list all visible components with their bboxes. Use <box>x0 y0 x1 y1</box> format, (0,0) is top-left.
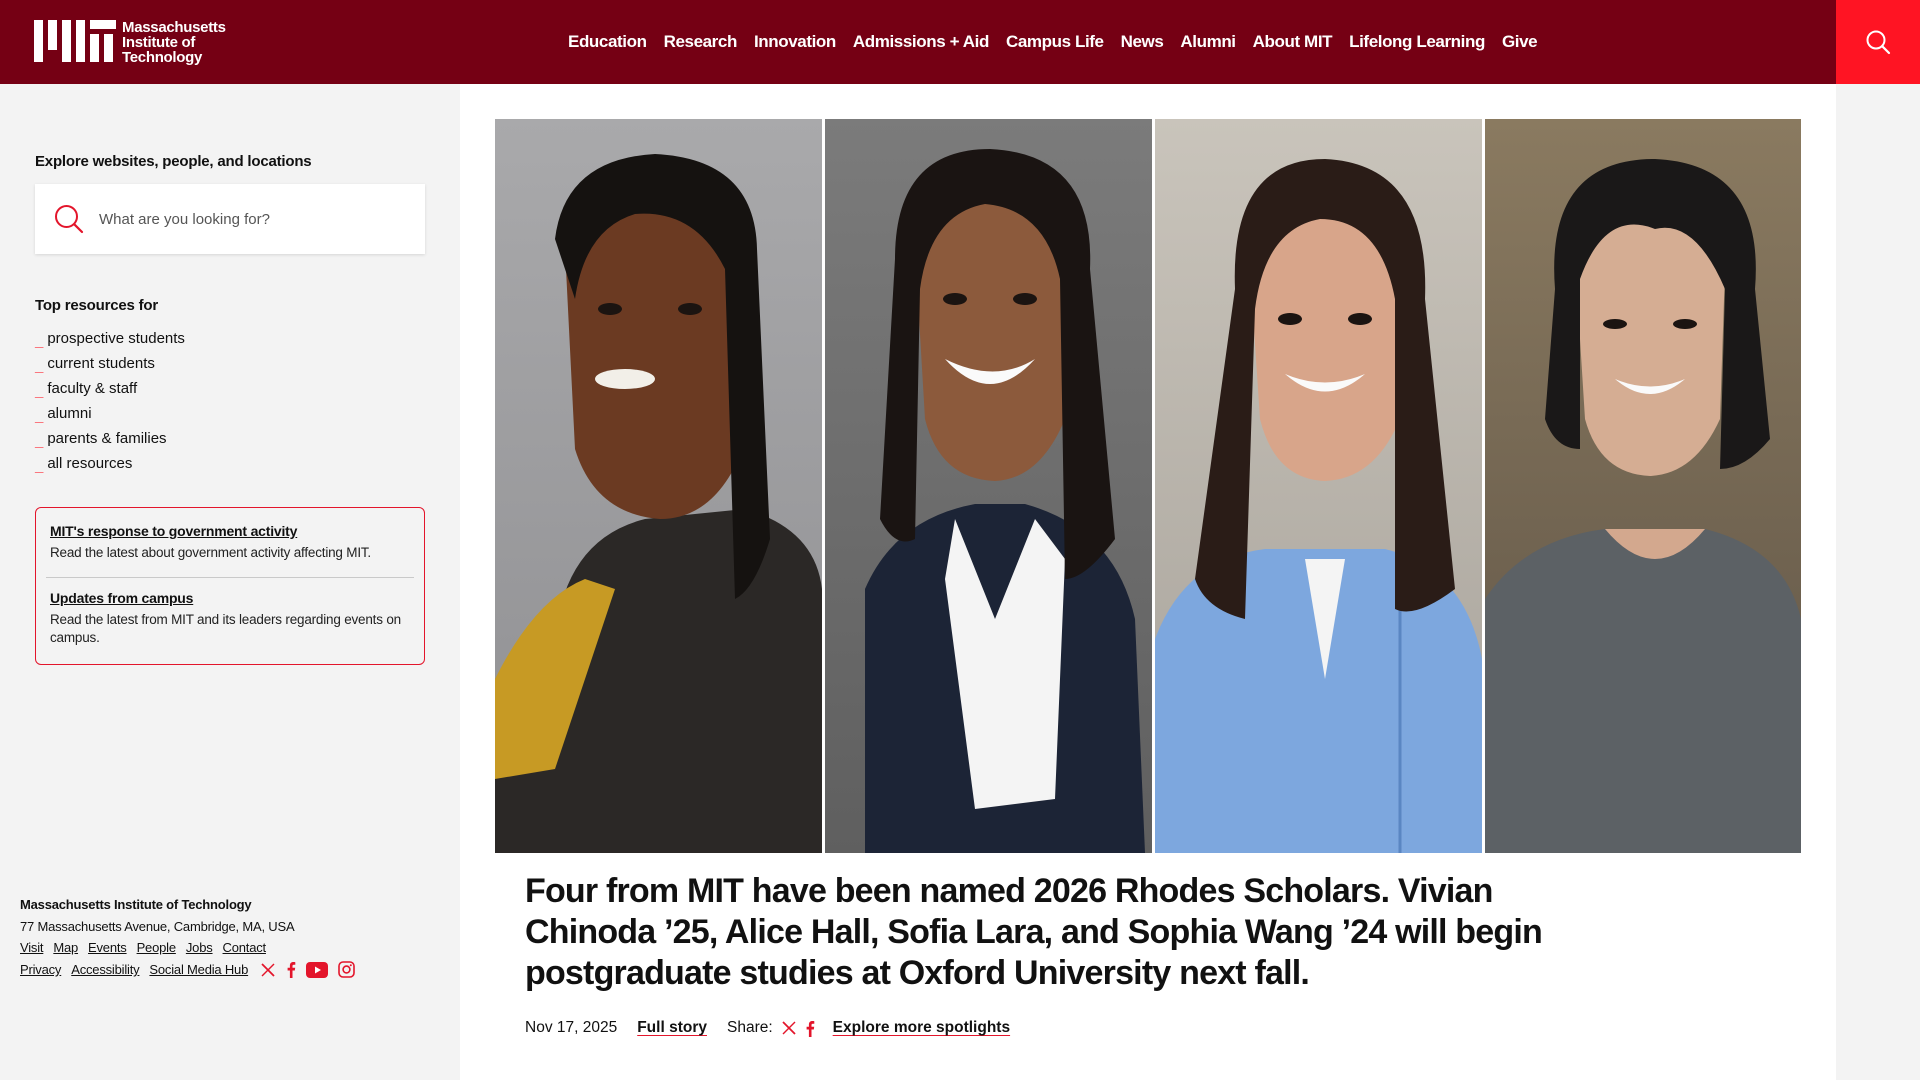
resource-link-prospective-students[interactable]: prospective students <box>47 329 185 349</box>
youtube-icon[interactable] <box>306 961 329 978</box>
scholar-photo-4 <box>1485 119 1801 853</box>
dash-bullet-icon: _ <box>35 408 44 425</box>
logo-line-3: Technology <box>122 48 203 66</box>
footer-address: 77 Massachusetts Avenue, Cambridge, MA, … <box>20 919 295 934</box>
footer-link-contact[interactable]: Contact <box>223 940 267 955</box>
dash-bullet-icon: _ <box>35 433 44 450</box>
notice-description: Read the latest about government activit… <box>50 545 371 560</box>
notice-divider <box>46 577 414 578</box>
share-label: Share: <box>726 1019 773 1036</box>
search-icon <box>55 205 84 234</box>
site-footer: Massachusetts Institute of Technology 77… <box>20 897 460 978</box>
scholar-photo-2 <box>825 119 1152 853</box>
full-story-link[interactable]: Full story <box>637 1019 707 1037</box>
dash-bullet-icon: _ <box>35 458 44 475</box>
mit-logo[interactable]: Massachusetts Institute of Technology <box>34 18 244 66</box>
search-icon <box>1866 30 1891 55</box>
spotlight-date: Nov 17, 2025 <box>525 1019 618 1036</box>
explore-more-spotlights-link[interactable]: Explore more spotlights <box>833 1019 1010 1037</box>
footer-link-accessibility[interactable]: Accessibility <box>71 962 139 977</box>
x-icon[interactable] <box>260 962 276 978</box>
mit-wordmark: Massachusetts Institute of Technology <box>122 20 226 65</box>
mit-logo-mark-icon <box>34 20 118 64</box>
nav-admissions-aid[interactable]: Admissions + Aid <box>853 32 989 52</box>
resource-link-all-resources[interactable]: all resources <box>47 454 132 474</box>
list-item: _ alumni <box>35 399 185 425</box>
resources-list: _ prospective students _ current students … <box>35 324 185 475</box>
logo-line-2: Institute of <box>122 33 196 51</box>
dash-bullet-icon: _ <box>35 383 44 400</box>
notice-description: Read the latest from MIT and its leaders… <box>50 612 401 645</box>
spotlight-image[interactable] <box>495 119 1801 853</box>
logo-line-1: Massachusetts <box>122 18 226 36</box>
facebook-icon[interactable] <box>805 1020 815 1037</box>
spotlight-meta: Nov 17, 2025 Full story Share: Explore m… <box>525 1019 1010 1037</box>
footer-links-row-2: Privacy Accessibility Social Media Hub <box>20 961 460 978</box>
facebook-icon[interactable] <box>286 961 296 978</box>
resource-link-alumni[interactable]: alumni <box>47 404 91 424</box>
footer-link-social-media-hub[interactable]: Social Media Hub <box>149 962 248 977</box>
notice-item: Updates from campus Read the latest from… <box>50 590 412 647</box>
share-group: Share: <box>727 1019 815 1037</box>
footer-links-row-1: Visit Map Events People Jobs Contact <box>20 940 460 955</box>
x-icon[interactable] <box>781 1020 797 1036</box>
dash-bullet-icon: _ <box>35 333 44 350</box>
footer-link-jobs[interactable]: Jobs <box>186 940 213 955</box>
notice-link-government-activity[interactable]: MIT's response to government activity <box>50 523 412 539</box>
top-resources-title: Top resources for <box>35 297 159 314</box>
nav-about-mit[interactable]: About MIT <box>1253 32 1333 52</box>
dash-bullet-icon: _ <box>35 358 44 375</box>
instagram-icon[interactable] <box>338 961 355 978</box>
list-item: _ parents & families <box>35 424 185 450</box>
notice-item: MIT's response to government activity Re… <box>50 523 412 562</box>
main-content: Four from MIT have been named 2026 Rhode… <box>460 84 1836 1080</box>
footer-link-people[interactable]: People <box>137 940 176 955</box>
site-header: Massachusetts Institute of Technology Ed… <box>0 0 1920 84</box>
header-search-button[interactable] <box>1836 0 1920 84</box>
resource-link-faculty-staff[interactable]: faculty & staff <box>47 379 137 399</box>
nav-lifelong-learning[interactable]: Lifelong Learning <box>1349 32 1485 52</box>
search-box[interactable] <box>35 184 425 254</box>
nav-research[interactable]: Research <box>664 32 738 52</box>
list-item: _ prospective students <box>35 324 185 350</box>
search-input[interactable] <box>99 210 399 228</box>
nav-give[interactable]: Give <box>1502 32 1538 52</box>
nav-campus-life[interactable]: Campus Life <box>1006 32 1104 52</box>
scholar-photo-1 <box>495 119 822 853</box>
scholar-photo-3 <box>1155 119 1482 853</box>
notice-link-campus-updates[interactable]: Updates from campus <box>50 590 412 606</box>
main-nav: Education Research Innovation Admissions… <box>568 0 1538 84</box>
nav-alumni[interactable]: Alumni <box>1180 32 1236 52</box>
footer-link-map[interactable]: Map <box>53 940 78 955</box>
footer-link-privacy[interactable]: Privacy <box>20 962 61 977</box>
nav-innovation[interactable]: Innovation <box>754 32 836 52</box>
footer-social-icons <box>260 961 355 978</box>
resource-link-current-students[interactable]: current students <box>47 354 155 374</box>
footer-link-events[interactable]: Events <box>88 940 127 955</box>
resource-link-parents-families[interactable]: parents & families <box>47 429 166 449</box>
spotlight-headline: Four from MIT have been named 2026 Rhode… <box>525 872 1543 992</box>
footer-org-name: Massachusetts Institute of Technology <box>20 897 252 912</box>
notice-box: MIT's response to government activity Re… <box>35 507 425 665</box>
nav-news[interactable]: News <box>1121 32 1164 52</box>
list-item: _ current students <box>35 349 185 375</box>
footer-link-visit[interactable]: Visit <box>20 940 44 955</box>
list-item: _ faculty & staff <box>35 374 185 400</box>
nav-education[interactable]: Education <box>568 32 647 52</box>
list-item: _ all resources <box>35 449 185 475</box>
explore-title: Explore websites, people, and locations <box>35 153 312 170</box>
